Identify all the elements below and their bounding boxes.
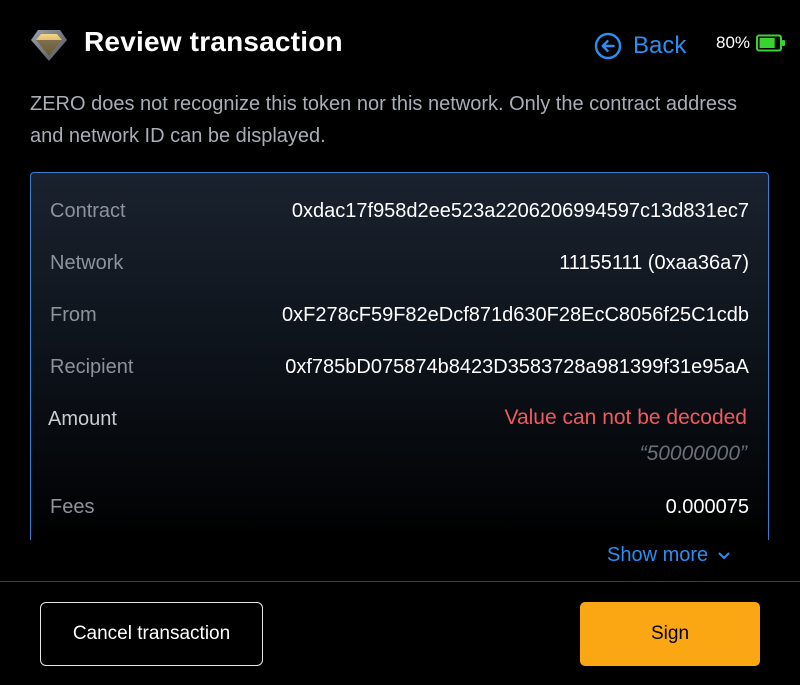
detail-row-contract: Contract 0xdac17f958d2ee523a220620699459… xyxy=(31,196,768,226)
amount-raw-value: “50000000” xyxy=(639,442,747,465)
back-label[interactable]: Back xyxy=(633,32,686,60)
arrow-left-circle-icon xyxy=(594,32,622,60)
network-value: 11155111 (0xaa36a7) xyxy=(559,252,749,274)
battery-icon xyxy=(756,34,786,52)
sign-button[interactable]: Sign xyxy=(580,602,760,666)
header: Review transaction Back 80% xyxy=(0,0,800,90)
cancel-transaction-button[interactable]: Cancel transaction xyxy=(40,602,263,666)
zero-diamond-logo xyxy=(31,30,67,61)
detail-row-from: From 0xF278cF59F82eDcf871d630F28EcC8056f… xyxy=(31,300,768,330)
contract-label: Contract xyxy=(50,200,126,222)
from-value: 0xF278cF59F82eDcf871d630F28EcC8056f25C1c… xyxy=(282,304,749,326)
footer-action-bar: Cancel transaction Sign xyxy=(0,581,800,685)
back-button[interactable]: Back xyxy=(594,30,686,62)
detail-row-recipient: Recipient 0xf785bD075874b8423D3583728a98… xyxy=(31,352,768,382)
from-label: From xyxy=(50,304,97,326)
fees-label: Fees xyxy=(50,496,95,518)
page-title: Review transaction xyxy=(84,26,343,57)
battery-percent: 80% xyxy=(716,33,751,52)
fees-value: 0.000075 xyxy=(665,496,749,518)
contract-value: 0xdac17f958d2ee523a2206206994597c13d831e… xyxy=(291,200,749,222)
show-more-label[interactable]: Show more xyxy=(607,544,708,567)
unrecognized-token-notice: ZERO does not recognize this token nor t… xyxy=(30,93,738,147)
network-label: Network xyxy=(50,252,124,274)
detail-row-network: Network 11155111 (0xaa36a7) xyxy=(31,248,768,278)
show-more-button[interactable]: Show more xyxy=(607,544,730,567)
recipient-value: 0xf785bD075874b8423D3583728a981399f31e95… xyxy=(285,356,749,378)
battery-status: 80% xyxy=(716,33,786,53)
transaction-details-panel: Contract 0xdac17f958d2ee523a220620699459… xyxy=(30,172,769,540)
amount-label: Amount xyxy=(48,408,117,430)
recipient-label: Recipient xyxy=(50,356,134,378)
amount-decode-error: Value can not be decoded xyxy=(504,406,747,429)
detail-row-fees: Fees 0.000075 xyxy=(31,492,768,522)
chevron-down-icon xyxy=(718,552,730,559)
